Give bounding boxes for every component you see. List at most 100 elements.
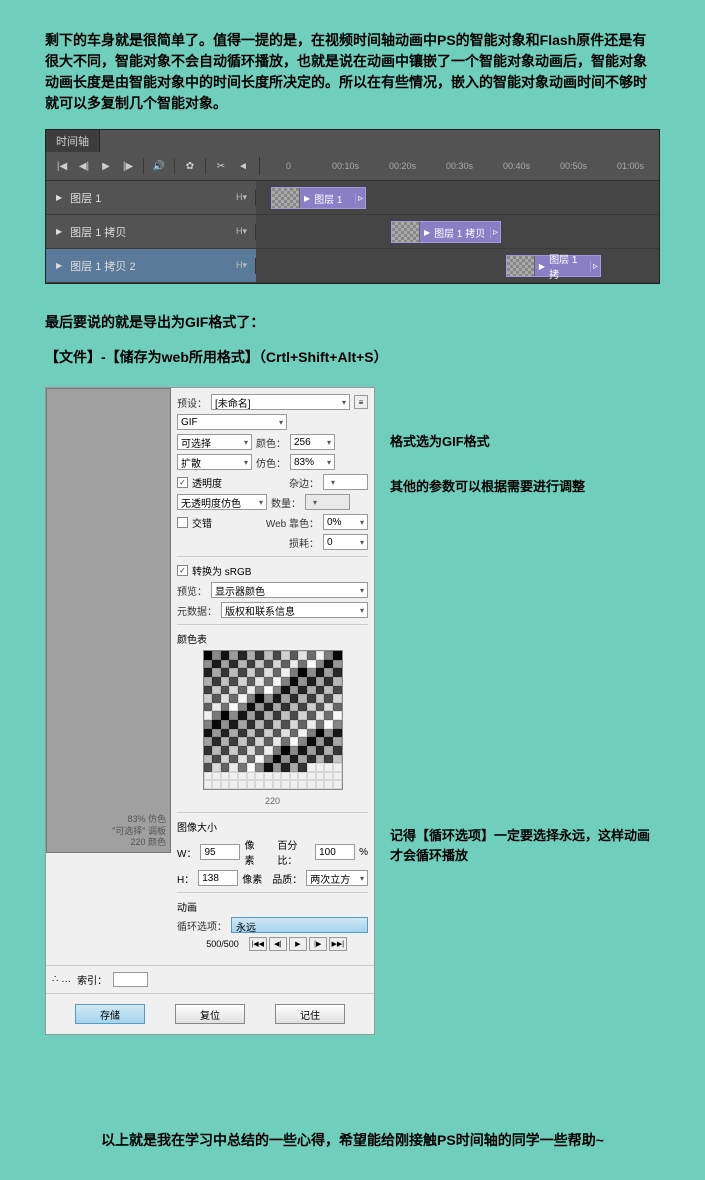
layer-options-icon[interactable]: H▾ [236, 260, 247, 271]
loop-label: 循环选项： [177, 918, 227, 933]
percent-unit: % [359, 847, 368, 858]
save-button[interactable]: 存储 [75, 1004, 145, 1024]
transparency-checkbox[interactable]: ✓ [177, 477, 188, 488]
timeline-layer-row[interactable]: ▶ 图层 1 拷贝 H▾ ▶ 图层 1 拷贝 ▹ [46, 215, 659, 249]
transition-button[interactable]: ◄ [233, 156, 253, 176]
frame-counter: 500/500 [198, 939, 247, 949]
timeline-track[interactable]: ▶ 图层 1 拷 ▹ [256, 249, 659, 282]
interlaced-checkbox[interactable] [177, 517, 188, 528]
layer-options-icon[interactable]: H▾ [236, 192, 247, 203]
reset-button[interactable]: 复位 [175, 1004, 245, 1024]
next-frame-button[interactable]: |▶ [118, 156, 138, 176]
width-label: W： [177, 845, 196, 860]
timeline-track[interactable]: ▶ 图层 1 拷贝 ▹ [256, 215, 659, 248]
percent-label: 百分比： [277, 837, 311, 867]
expand-icon[interactable]: ▶ [56, 261, 62, 270]
dither-dropdown[interactable]: 扩散 [177, 454, 252, 470]
preset-dropdown[interactable]: [未命名] [211, 394, 350, 410]
clip-label: 图层 1 拷 [549, 251, 590, 281]
preview-image: 83% 仿色 "可选择" 调板 220 颜色 [46, 388, 171, 853]
ruler-tick: 00:40s [488, 161, 545, 171]
audio-button[interactable]: 🔊 [149, 156, 169, 176]
layer-options-icon[interactable]: H▾ [236, 226, 247, 237]
colors-label: 颜色： [256, 435, 286, 450]
timeline-clip[interactable]: ▶ 图层 1 拷 ▹ [506, 255, 601, 277]
reduction-dropdown[interactable]: 可选择 [177, 434, 252, 450]
amount-dropdown [305, 494, 350, 510]
web-snap-label: Web 靠色： [266, 515, 319, 530]
matte-label: 杂边： [289, 475, 319, 490]
srgb-checkbox[interactable]: ✓ [177, 565, 188, 576]
timeline-panel: 时间轴 |◀ ◀| ▶ |▶ 🔊 ✿ ✂ ◄ 0 00:10s 00:20s 0… [45, 129, 660, 284]
format-dropdown[interactable]: GIF [177, 414, 287, 430]
height-label: H： [177, 871, 194, 886]
animation-label: 动画 [177, 899, 368, 914]
expand-icon[interactable]: ▶ [56, 193, 62, 202]
ruler-tick: 00:10s [317, 161, 374, 171]
last-frame-nav[interactable]: ▶▶| [329, 937, 347, 951]
px-label: 像素 [244, 837, 261, 867]
preset-menu-icon[interactable]: ≡ [354, 395, 368, 409]
clip-label: 图层 1 拷贝 [434, 225, 485, 240]
color-table-label: 颜色表 [177, 631, 368, 646]
first-frame-button[interactable]: |◀ [52, 156, 72, 176]
metadata-label: 元数据： [177, 603, 217, 618]
ruler-tick: 0 [260, 161, 317, 171]
clip-thumbnail [392, 222, 420, 242]
expand-icon[interactable]: ▶ [56, 227, 62, 236]
settings-button[interactable]: ✿ [180, 156, 200, 176]
timeline-tab[interactable]: 时间轴 [46, 130, 100, 152]
prev-frame-nav[interactable]: ◀| [269, 937, 287, 951]
timeline-layer-row[interactable]: ▶ 图层 1 H▾ ▶ 图层 1 ▹ [46, 181, 659, 215]
save-for-web-dialog: 83% 仿色 "可选择" 调板 220 颜色 预设： [未命名] ≡ GIF 可… [45, 387, 375, 1035]
swatch-count: 220 [177, 796, 368, 806]
trans-dither-dropdown[interactable]: 无透明度仿色 [177, 494, 267, 510]
annotation-params: 其他的参数可以根据需要进行调整 [390, 477, 660, 497]
ruler-tick: 01:00s [602, 161, 659, 171]
clip-thumbnail [507, 256, 535, 276]
timeline-clip[interactable]: ▶ 图层 1 ▹ [271, 187, 366, 209]
loop-dropdown[interactable]: 永远 [231, 917, 368, 933]
preview-mode-dropdown[interactable]: 显示器颜色 [211, 582, 368, 598]
dither-amount-dropdown[interactable]: 83% [290, 454, 335, 470]
index-input[interactable] [113, 972, 148, 987]
preview-info-line: "可选择" 调板 [112, 826, 166, 838]
percent-input[interactable] [315, 844, 355, 860]
color-table[interactable] [203, 650, 343, 790]
metadata-dropdown[interactable]: 版权和联系信息 [221, 602, 368, 618]
layer-name: 图层 1 拷贝 2 [70, 258, 135, 274]
quality-label: 品质： [272, 871, 302, 886]
timeline-layer-row[interactable]: ▶ 图层 1 拷贝 2 H▾ ▶ 图层 1 拷 ▹ [46, 249, 659, 283]
prev-frame-button[interactable]: ◀| [74, 156, 94, 176]
lossy-label: 损耗： [289, 535, 319, 550]
height-input[interactable] [198, 870, 238, 886]
quality-dropdown[interactable]: 两次立方 [306, 870, 368, 886]
timeline-ruler[interactable]: 0 00:10s 00:20s 00:30s 00:40s 00:50s 01:… [259, 157, 659, 175]
layer-name: 图层 1 拷贝 [70, 224, 126, 240]
matte-dropdown[interactable] [323, 474, 368, 490]
preset-label: 预设： [177, 395, 207, 410]
bottom-label: ∴ … [52, 974, 71, 985]
play-nav[interactable]: ▶ [289, 937, 307, 951]
first-frame-nav[interactable]: |◀◀ [249, 937, 267, 951]
timeline-track[interactable]: ▶ 图层 1 ▹ [256, 181, 659, 214]
index-label: 索引： [77, 972, 107, 987]
clip-thumbnail [272, 188, 300, 208]
footer-text: 以上就是我在学习中总结的一些心得，希望能给刚接触PS时间轴的同学一些帮助~ [0, 1130, 705, 1150]
ruler-tick: 00:30s [431, 161, 488, 171]
web-snap-dropdown[interactable]: 0% [323, 514, 368, 530]
preview-info-line: 220 颜色 [112, 837, 166, 849]
next-frame-nav[interactable]: |▶ [309, 937, 327, 951]
menu-path-text: 【文件】-【储存为web所用格式】（Crtl+Shift+Alt+S） [0, 347, 705, 367]
interlaced-label: 交错 [192, 515, 212, 530]
timeline-clip[interactable]: ▶ 图层 1 拷贝 ▹ [391, 221, 501, 243]
annotation-loop: 记得【循环选项】一定要选择永远，这样动画才会循环播放 [390, 826, 660, 865]
remember-button[interactable]: 记住 [275, 1004, 345, 1024]
image-size-label: 图像大小 [177, 819, 368, 834]
play-button[interactable]: ▶ [96, 156, 116, 176]
lossy-dropdown[interactable]: 0 [323, 534, 368, 550]
colors-dropdown[interactable]: 256 [290, 434, 335, 450]
split-button[interactable]: ✂ [211, 156, 231, 176]
width-input[interactable] [200, 844, 240, 860]
annotation-format: 格式选为GIF格式 [390, 432, 660, 452]
